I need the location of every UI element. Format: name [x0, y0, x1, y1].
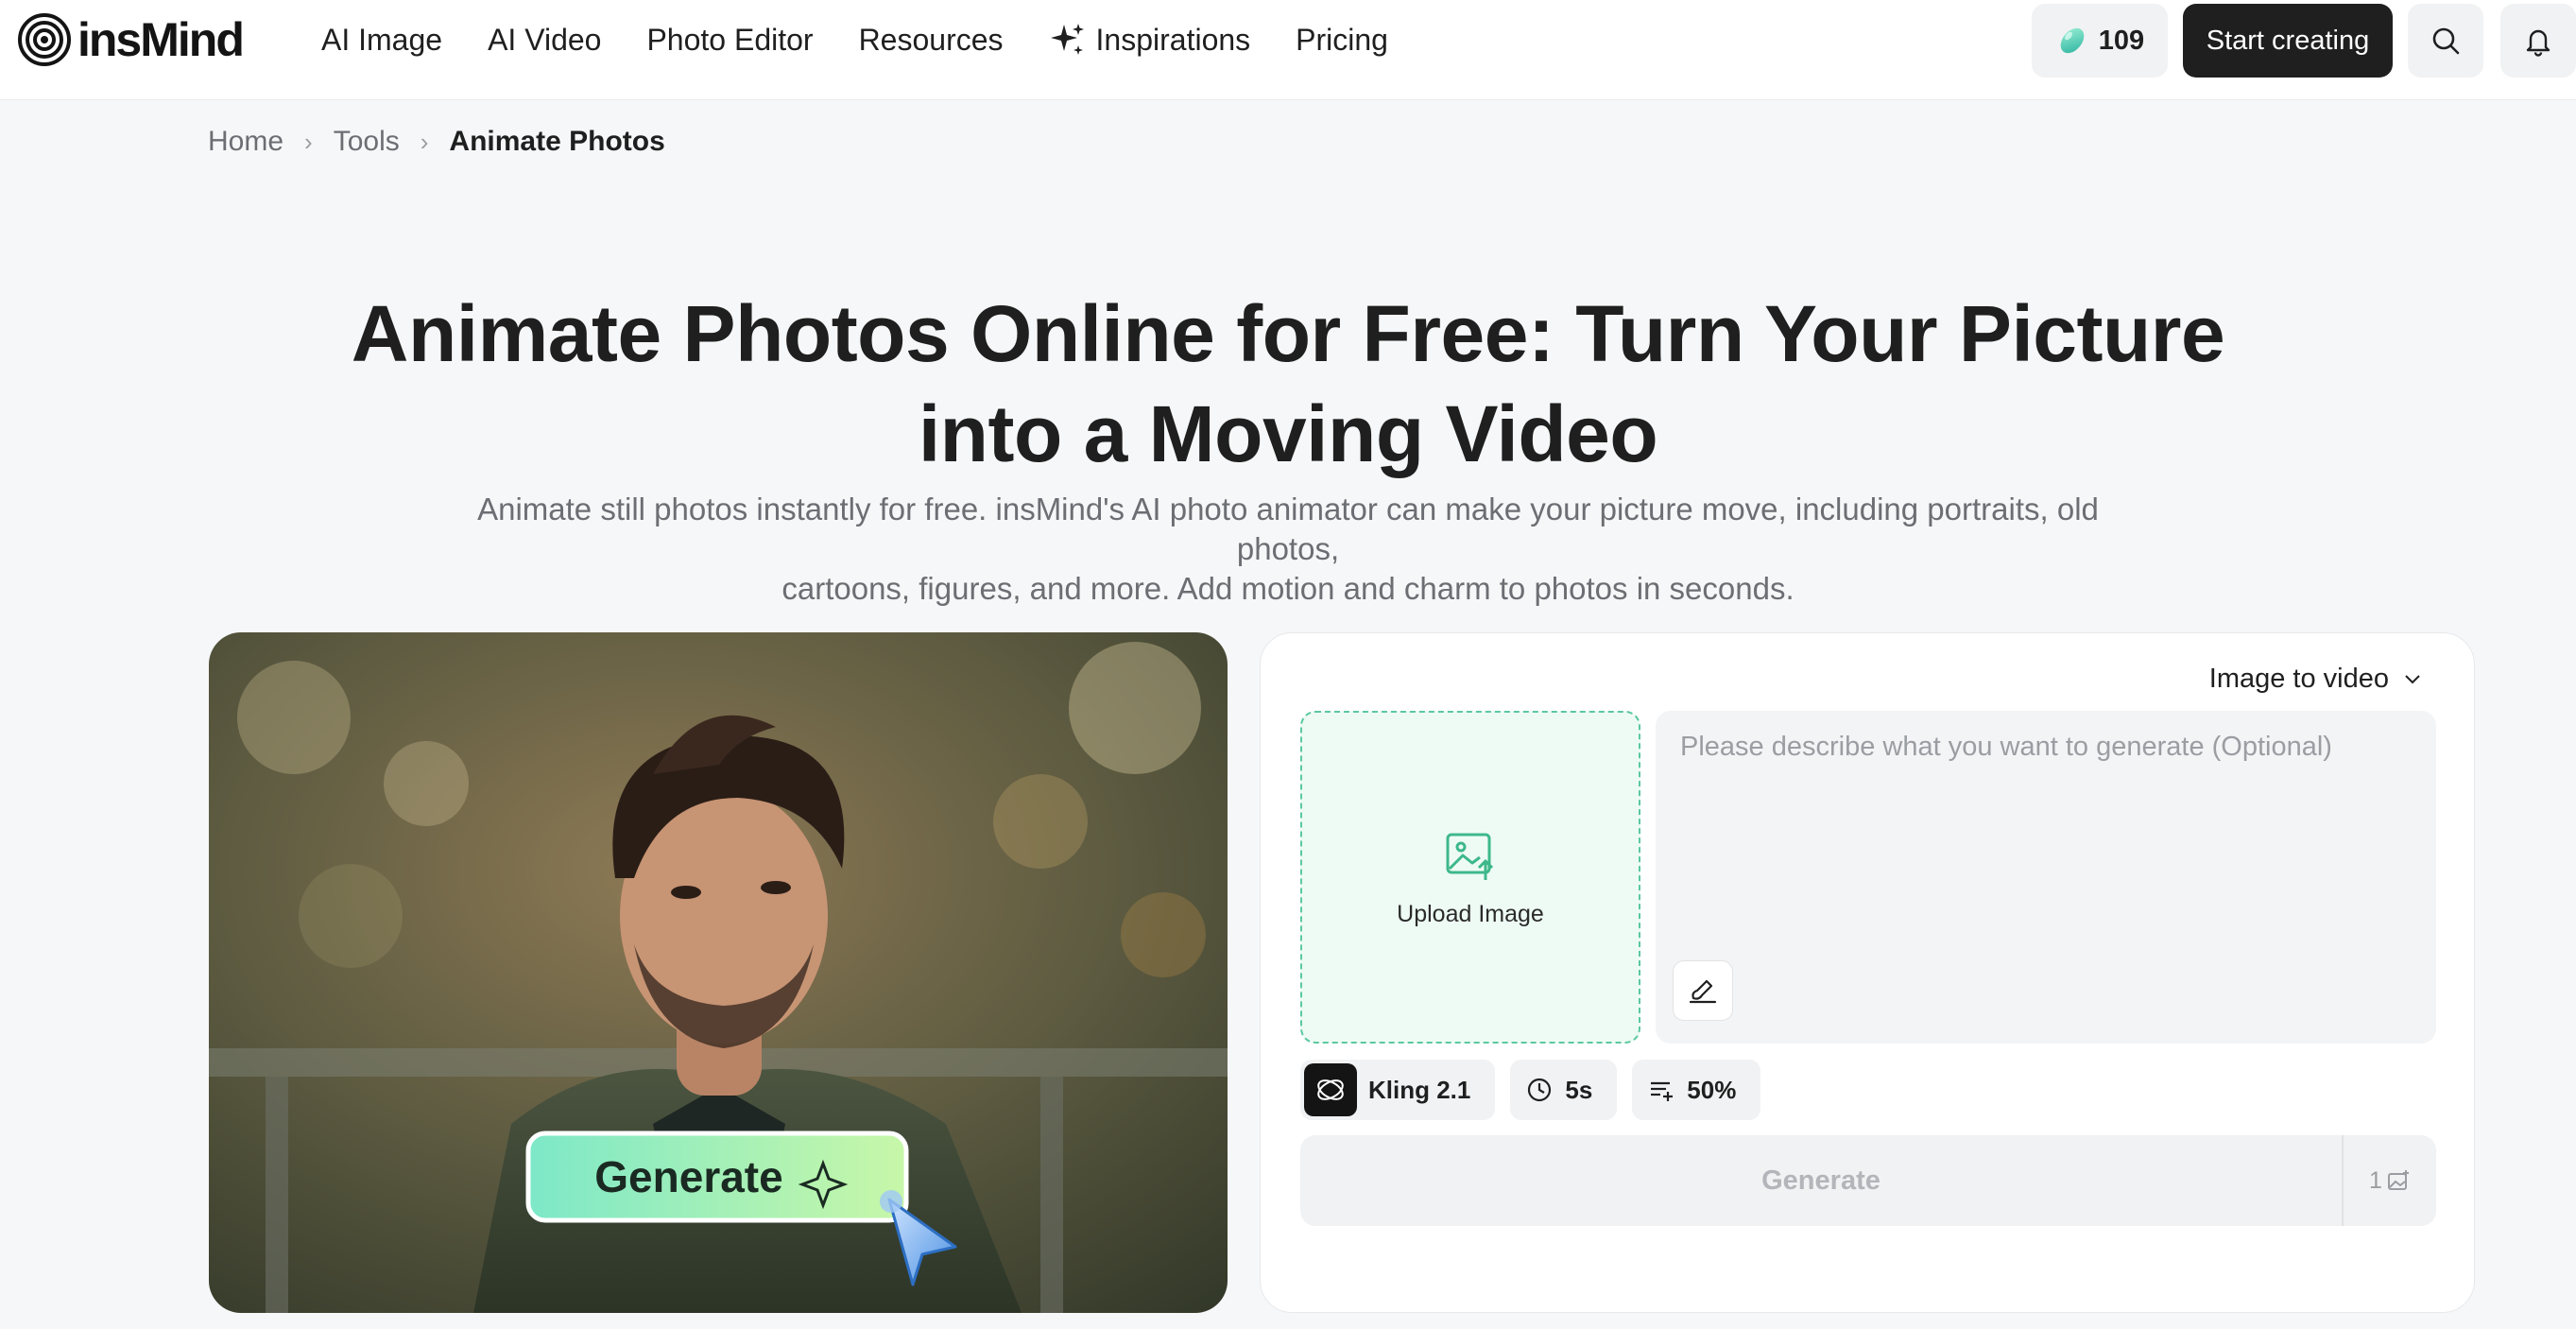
bell-icon [2526, 29, 2550, 57]
start-creating-button[interactable]: Start creating [2183, 4, 2393, 78]
hand-pen-icon [1689, 979, 1717, 1004]
nav-ai-image-label: AI Image [321, 22, 443, 57]
generate-count-selector[interactable]: 1 [2342, 1135, 2436, 1226]
page-subtitle-line2: cartoons, figures, and more. Add motion … [781, 571, 1795, 606]
breadcrumb-home[interactable]: Home [208, 126, 283, 158]
search-icon [2432, 27, 2460, 55]
page-title-line2: into a Moving Video [918, 389, 1658, 478]
logo[interactable]: insMind [17, 13, 245, 66]
model-selector[interactable]: Kling 2.1 [1300, 1060, 1496, 1120]
page-title-line1: Animate Photos Online for Free: Turn You… [351, 289, 2225, 378]
generate-button[interactable]: Generate [1300, 1135, 2342, 1226]
mode-select[interactable]: Image to video [2209, 658, 2423, 699]
image-upload-icon [1446, 833, 1494, 880]
generator-panel: Image to video Upload Image Please descr… [1260, 632, 2475, 1313]
logo-mark-icon [18, 13, 71, 66]
page-subtitle: Animate still photos instantly for free.… [438, 490, 2138, 609]
top-header: insMind AI Image AI Video Photo Editor R… [0, 0, 2576, 100]
kling-logo-icon [1304, 1063, 1357, 1116]
bean-credit-icon [2060, 27, 2085, 54]
nav-resources-label: Resources [858, 22, 1004, 57]
image-count-icon [2387, 1170, 2409, 1190]
search-button[interactable] [2408, 4, 2483, 78]
clock-icon [1528, 1078, 1552, 1102]
lines-settings-icon [1651, 1081, 1674, 1101]
prompt-assist-button[interactable] [1673, 960, 1733, 1021]
nav-ai-image[interactable]: AI Image [321, 23, 442, 58]
strength-selector[interactable]: 50% [1632, 1060, 1761, 1120]
portrait-illustration: Generate [209, 632, 1228, 1313]
model-name: Kling 2.1 [1368, 1075, 1471, 1104]
page-subtitle-line1: Animate still photos instantly for free.… [477, 492, 2099, 566]
nav-photo-editor-label: Photo Editor [646, 22, 814, 57]
prompt-input[interactable] [1656, 711, 2436, 1044]
upload-image-label: Upload Image [1397, 900, 1544, 927]
generate-badge-label: Generate [594, 1152, 782, 1201]
upload-image-dropzone[interactable]: Upload Image [1300, 711, 1640, 1044]
duration-value: 5s [1565, 1075, 1593, 1104]
generate-count-value: 1 [2369, 1166, 2382, 1194]
nav-resources[interactable]: Resources [859, 23, 1004, 58]
chevron-down-icon [2405, 675, 2420, 684]
credits-count: 109 [2098, 25, 2145, 56]
notifications-button[interactable] [2500, 4, 2576, 78]
duration-selector[interactable]: 5s [1510, 1060, 1618, 1120]
sparkle-icon [1050, 24, 1084, 55]
mode-select-value: Image to video [2208, 663, 2389, 694]
breadcrumb-tools[interactable]: Tools [334, 126, 400, 158]
nav-inspirations[interactable]: Inspirations [1049, 21, 1251, 59]
page-title: Animate Photos Online for Free: Turn You… [343, 284, 2233, 484]
nav-photo-editor[interactable]: Photo Editor [646, 23, 813, 58]
settings-chips: Kling 2.1 5s 50% [1300, 1060, 1761, 1120]
example-preview-image: Generate [209, 632, 1228, 1313]
nav-pricing[interactable]: Pricing [1296, 23, 1388, 58]
generate-bar: Generate 1 [1300, 1135, 2436, 1226]
credits-badge[interactable]: 109 [2032, 4, 2168, 78]
strength-value: 50% [1687, 1075, 1737, 1104]
nav-pricing-label: Pricing [1296, 22, 1388, 57]
nav-ai-video[interactable]: AI Video [488, 23, 601, 58]
breadcrumb-current: Animate Photos [449, 126, 665, 157]
logo-text: insMind [77, 13, 245, 66]
chevron-right-icon: › [420, 127, 429, 156]
nav-ai-video-label: AI Video [488, 22, 602, 57]
chevron-right-icon: › [304, 127, 313, 156]
main-nav: AI Image AI Video Photo Editor Resources… [321, 19, 1388, 60]
nav-inspirations-label: Inspirations [1095, 22, 1251, 57]
breadcrumb: Home › Tools › Animate Photos [208, 123, 665, 161]
